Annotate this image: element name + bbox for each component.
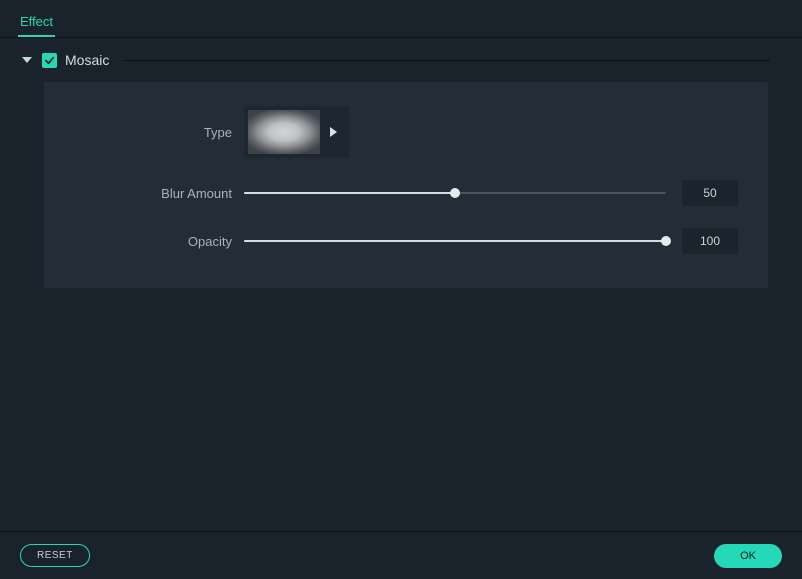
- play-icon[interactable]: [330, 127, 337, 137]
- blur-amount-label: Blur Amount: [74, 186, 244, 201]
- type-picker[interactable]: [244, 106, 349, 158]
- disclosure-triangle-icon[interactable]: [22, 57, 32, 63]
- mosaic-panel: Type Blur Amount 50 Opacity: [44, 82, 768, 288]
- blur-amount-row: Blur Amount 50: [74, 180, 738, 206]
- tab-effect[interactable]: Effect: [18, 6, 55, 37]
- opacity-slider-thumb[interactable]: [661, 236, 671, 246]
- blur-amount-slider[interactable]: [244, 186, 666, 200]
- opacity-label: Opacity: [74, 234, 244, 249]
- blur-amount-value[interactable]: 50: [682, 180, 738, 206]
- tab-bar: Effect: [0, 0, 802, 38]
- opacity-row: Opacity 100: [74, 228, 738, 254]
- footer-bar: RESET OK: [0, 531, 802, 579]
- type-label: Type: [74, 125, 244, 140]
- checkmark-icon: [44, 55, 55, 66]
- blur-slider-fill: [244, 192, 455, 194]
- opacity-value[interactable]: 100: [682, 228, 738, 254]
- reset-button[interactable]: RESET: [20, 544, 90, 567]
- opacity-slider-fill: [244, 240, 666, 242]
- opacity-slider[interactable]: [244, 234, 666, 248]
- type-row: Type: [74, 106, 738, 158]
- section-title: Mosaic: [65, 52, 109, 68]
- mosaic-checkbox[interactable]: [42, 53, 57, 68]
- ok-button[interactable]: OK: [714, 544, 782, 568]
- section-header: Mosaic: [0, 38, 802, 76]
- type-control: [244, 106, 738, 158]
- blur-preview-thumbnail: [248, 110, 320, 154]
- blur-slider-thumb[interactable]: [450, 188, 460, 198]
- header-divider: [123, 60, 770, 61]
